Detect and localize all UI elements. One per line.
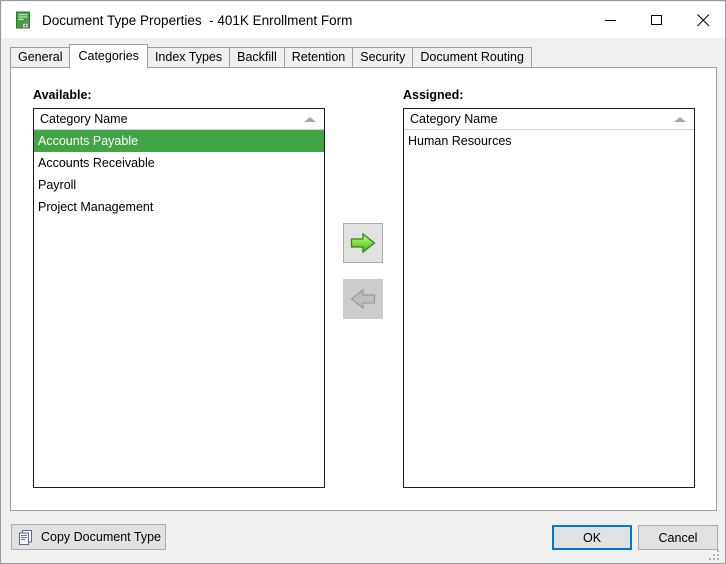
ok-label: OK	[582, 530, 602, 545]
tab-label: Categories	[78, 49, 139, 64]
close-button[interactable]	[680, 5, 725, 35]
copy-documents-icon	[18, 529, 35, 546]
tab-label: Security	[360, 50, 406, 65]
sort-ascending-icon	[674, 116, 686, 122]
sort-ascending-icon	[304, 116, 316, 122]
list-item[interactable]: Accounts Receivable	[34, 152, 324, 174]
tab-categories[interactable]: Categories	[69, 44, 148, 69]
column-header-label: Category Name	[40, 112, 128, 126]
assigned-label: Assigned:	[403, 88, 464, 102]
minimize-icon	[605, 20, 616, 21]
tab-label: Document Routing	[420, 50, 524, 65]
arrow-left-icon	[350, 288, 376, 310]
available-column-header[interactable]: Category Name	[34, 109, 324, 130]
tab-bar: General Categories Index Types Backfill …	[10, 44, 532, 69]
list-item-label: Project Management	[38, 200, 154, 214]
copy-document-type-button[interactable]: Copy Document Type	[11, 524, 166, 550]
column-header-label: Category Name	[410, 112, 498, 126]
maximize-button[interactable]	[634, 5, 680, 35]
unassign-category-button	[343, 279, 383, 319]
tab-retention[interactable]: Retention	[283, 47, 354, 68]
copy-document-type-label: Copy Document Type	[41, 530, 161, 544]
ok-button[interactable]: OK	[552, 525, 632, 550]
arrow-right-icon	[350, 232, 376, 254]
assign-category-button[interactable]	[343, 223, 383, 263]
list-item-label: Payroll	[38, 178, 77, 192]
maximize-icon	[651, 15, 662, 25]
window-title: Document Type Properties - 401K Enrollme…	[42, 12, 353, 28]
minimize-button[interactable]	[588, 5, 634, 35]
tab-document-routing[interactable]: Document Routing	[412, 47, 532, 68]
cancel-label: Cancel	[658, 530, 698, 545]
tab-label: Index Types	[154, 50, 223, 65]
tab-label: General	[18, 50, 63, 65]
list-item-label: Human Resources	[408, 134, 512, 148]
dialog-window: Document Type Properties - 401K Enrollme…	[0, 0, 726, 564]
available-list-body: Accounts Payable Accounts Receivable Pay…	[34, 130, 324, 218]
tab-backfill[interactable]: Backfill	[229, 47, 285, 68]
cancel-button[interactable]: Cancel	[638, 525, 718, 550]
document-lock-icon	[15, 11, 33, 29]
list-item-label: Accounts Receivable	[38, 156, 155, 170]
assigned-list-body: Human Resources	[404, 130, 694, 152]
list-item[interactable]: Accounts Payable	[34, 130, 324, 152]
list-item[interactable]: Project Management	[34, 196, 324, 218]
tab-label: Backfill	[237, 50, 277, 65]
list-item[interactable]: Payroll	[34, 174, 324, 196]
available-label: Available:	[33, 88, 92, 102]
tab-label: Retention	[291, 50, 346, 65]
list-item-label: Accounts Payable	[38, 134, 139, 148]
tab-index-types[interactable]: Index Types	[146, 47, 231, 68]
resize-grip[interactable]	[709, 548, 721, 560]
tab-security[interactable]: Security	[352, 47, 414, 68]
categories-tab-panel: Available: Assigned: Category Name Accou…	[10, 67, 717, 511]
list-item[interactable]: Human Resources	[404, 130, 694, 152]
assigned-column-header[interactable]: Category Name	[404, 109, 694, 130]
tab-general[interactable]: General	[10, 47, 71, 68]
title-bar: Document Type Properties - 401K Enrollme…	[2, 2, 725, 38]
assigned-categories-list[interactable]: Category Name Human Resources	[403, 108, 695, 488]
close-icon	[696, 13, 709, 26]
available-categories-list[interactable]: Category Name Accounts Payable Accounts …	[33, 108, 325, 488]
